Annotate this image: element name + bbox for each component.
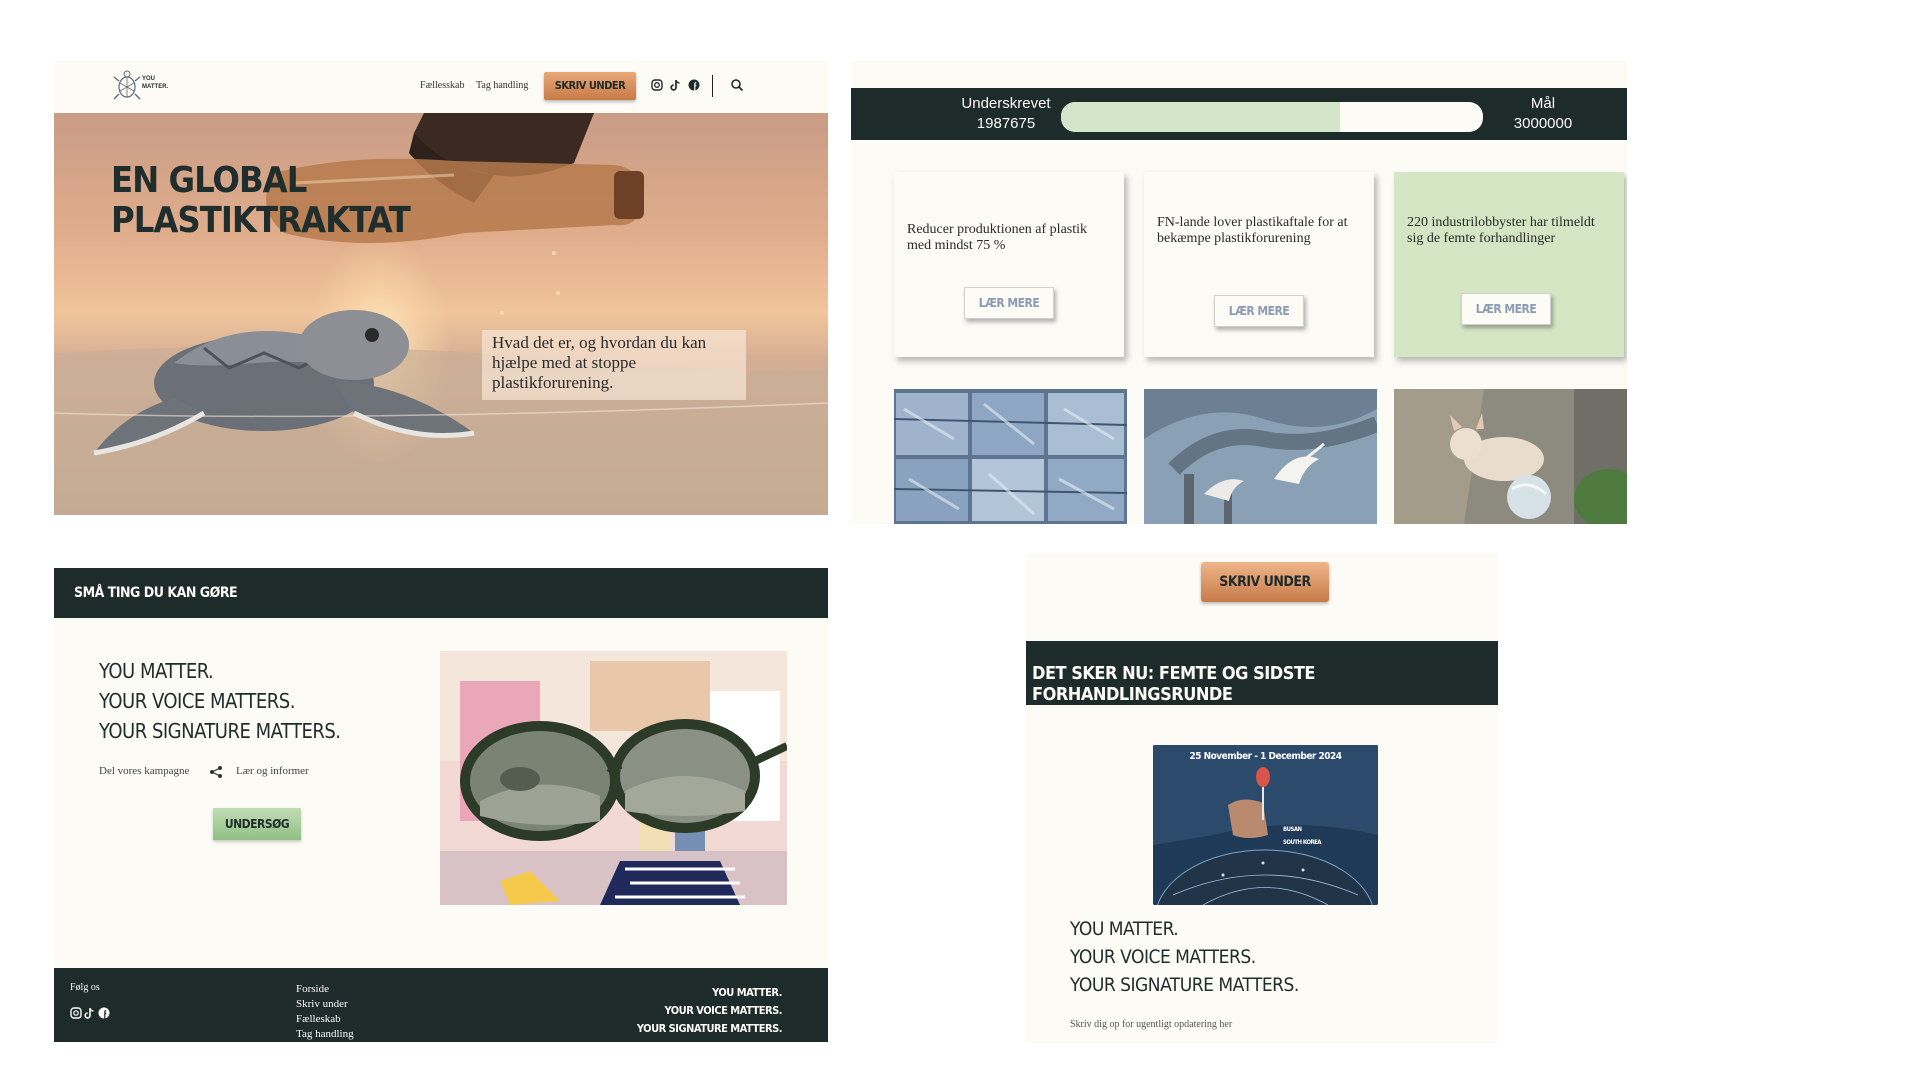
logo[interactable]: YOU MATTER. <box>112 67 172 107</box>
follow-us-label: Følg os <box>70 982 100 993</box>
share-icon[interactable] <box>209 765 223 779</box>
logo-text-line1: YOU <box>142 76 156 82</box>
news-title: DET SKER NU: FEMTE OG SIDSTE FORHANDLING… <box>1032 663 1315 705</box>
footer-slogan-line: YOUR VOICE MATTERS. <box>664 1004 783 1017</box>
tiktok-icon[interactable] <box>668 78 682 92</box>
info-card-1: Reducer produktionen af plastik med mind… <box>894 172 1124 357</box>
slogan-line: YOU MATTER. <box>1070 918 1179 940</box>
footer: Følg os Forside Skriv under Fælleskab Ta… <box>54 968 828 1042</box>
explore-button[interactable]: UNDERSØG <box>213 808 301 840</box>
news-page-mockup: SKRIV UNDER DET SKER NU: FEMTE OG SIDSTE… <box>1026 553 1498 1043</box>
event-location-line2: SOUTH KOREA <box>1283 839 1321 846</box>
hero-title: EN GLOBAL PLASTIKTRAKTAT <box>111 160 411 241</box>
slogan-block: YOU MATTER. YOUR VOICE MATTERS. YOUR SIG… <box>1070 915 1299 999</box>
footer-link-forside[interactable]: Forside <box>296 982 354 997</box>
info-card-3: 220 industrilobbyster har tilmeldt sig d… <box>1394 172 1624 357</box>
plastic-bales-photo <box>894 389 1127 524</box>
goal-label: Mål <box>1530 95 1556 112</box>
slogan-block: YOU MATTER. YOUR VOICE MATTERS. YOUR SIG… <box>99 656 341 746</box>
learn-more-button[interactable]: LÆR MERE <box>1214 295 1304 327</box>
slogan-line: YOUR SIGNATURE MATTERS. <box>99 719 341 743</box>
signed-label: Underskrevet <box>961 95 1051 112</box>
footer-links: Forside Skriv under Fælleskab Tag handli… <box>296 982 354 1042</box>
info-card-2: FN-lande lover plastikaftale for at bekæ… <box>1144 172 1374 357</box>
nav-separator <box>712 75 713 97</box>
footer-link-faelleskab[interactable]: Fælleskab <box>296 1012 354 1027</box>
newsletter-signup-link[interactable]: Skriv dig op for ugentligt opdatering he… <box>1070 1019 1232 1030</box>
info-card-text: FN-lande lover plastikaftale for at bekæ… <box>1157 215 1348 246</box>
learn-inform-link[interactable]: Lær og informer <box>236 765 309 777</box>
turtle-logo-icon <box>113 70 141 100</box>
sign-button[interactable]: SKRIV UNDER <box>1201 562 1329 602</box>
instagram-icon[interactable] <box>70 1007 82 1019</box>
sign-button[interactable]: SKRIV UNDER <box>544 72 636 100</box>
instagram-icon[interactable] <box>650 78 664 92</box>
kitten-plastic-photo <box>1394 389 1627 524</box>
hero-subtitle[interactable]: Hvad det er, og hvordan du kan hjælpe me… <box>492 333 742 393</box>
footer-slogan-line: YOUR SIGNATURE MATTERS. <box>636 1022 783 1035</box>
glasses-shop-photo <box>440 651 787 905</box>
hero-title-line2: PLASTIKTRAKTAT <box>111 200 411 241</box>
section-header: SMÅ TING DU KAN GØRE <box>54 568 828 618</box>
share-campaign-link[interactable]: Del vores kampagne <box>99 765 189 777</box>
event-location: BUSAN SOUTH KOREA <box>1283 823 1321 849</box>
slogan-line: YOUR VOICE MATTERS. <box>99 689 295 713</box>
footer-slogan: YOU MATTER. YOUR VOICE MATTERS. YOUR SIG… <box>636 984 783 1038</box>
learn-more-button[interactable]: LÆR MERE <box>964 287 1054 319</box>
learn-more-button[interactable]: LÆR MERE <box>1461 293 1551 325</box>
signed-counter: Underskrevet 1987675 <box>951 94 1061 134</box>
top-nav: YOU MATTER. Fællesskab Tag handling SKRI… <box>54 61 828 113</box>
footer-link-tag-handling[interactable]: Tag handling <box>296 1027 354 1042</box>
section-title: SMÅ TING DU KAN GØRE <box>74 585 238 601</box>
slogan-line: YOU MATTER. <box>99 659 214 683</box>
footer-social-icons <box>70 1007 110 1019</box>
facebook-icon[interactable] <box>687 78 701 92</box>
news-band: DET SKER NU: FEMTE OG SIDSTE FORHANDLING… <box>1026 641 1498 705</box>
petition-page-mockup: Underskrevet 1987675 Mål 3000000 Reducer… <box>851 61 1627 524</box>
nav-link-faellesskab[interactable]: Fællesskab <box>420 80 464 91</box>
footer-slogan-line: YOU MATTER. <box>712 986 782 999</box>
hero-title-line1: EN GLOBAL <box>111 160 307 201</box>
progress-fill <box>1061 102 1340 132</box>
hero-page-mockup: YOU MATTER. Fællesskab Tag handling SKRI… <box>54 61 828 515</box>
progress-track <box>1061 102 1483 132</box>
swans-smoke-photo <box>1144 389 1377 524</box>
goal-value: 3000000 <box>1513 115 1573 132</box>
hero-banner: EN GLOBAL PLASTIKTRAKTAT Hvad det er, og… <box>54 113 828 515</box>
logo-text-line2: MATTER. <box>142 84 169 90</box>
slogan-line: YOUR VOICE MATTERS. <box>1070 946 1256 968</box>
event-date: 25 November - 1 December 2024 <box>1189 751 1342 762</box>
tiktok-icon[interactable] <box>84 1008 94 1019</box>
signature-progress-bar: Underskrevet 1987675 Mål 3000000 <box>851 88 1627 140</box>
goal-counter: Mål 3000000 <box>1503 94 1583 134</box>
facebook-icon[interactable] <box>98 1007 110 1019</box>
info-card-text: Reducer produktionen af plastik med mind… <box>907 222 1088 253</box>
footer-link-skriv-under[interactable]: Skriv under <box>296 997 354 1012</box>
event-location-line1: BUSAN <box>1283 826 1302 833</box>
nav-link-tag-handling[interactable]: Tag handling <box>476 80 528 91</box>
event-poster[interactable]: 25 November - 1 December 2024 BUSAN SOUT… <box>1153 745 1378 905</box>
actions-page-mockup: SMÅ TING DU KAN GØRE YOU MATTER. YOUR VO… <box>54 568 828 1042</box>
search-icon[interactable] <box>730 78 744 92</box>
signed-value: 1987675 <box>976 115 1036 132</box>
slogan-line: YOUR SIGNATURE MATTERS. <box>1070 974 1299 996</box>
info-card-text: 220 industrilobbyster har tilmeldt sig d… <box>1407 215 1595 246</box>
